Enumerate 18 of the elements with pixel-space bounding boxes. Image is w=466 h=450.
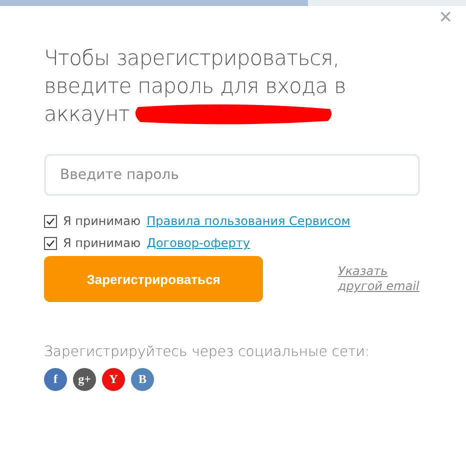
other-email-link[interactable]: Указать другой email [338,264,422,294]
register-button[interactable]: Зарегистрироваться [44,256,263,302]
title-line: Чтобы зарегистрироваться, [44,45,340,72]
social-caption: Зарегистрируйтесь через социальные сети: [44,344,371,360]
checkbox[interactable] [44,236,57,250]
social-icon[interactable]: Y [102,368,125,391]
checkbox[interactable] [44,214,57,228]
title-line: введите пароль для входа в [44,73,346,100]
agreement-link[interactable]: Договор-оферту [146,236,250,250]
agreement-link[interactable]: Правила пользования Сервисом [146,214,350,228]
agreement-label: Я принимаю [63,236,141,250]
agreement-label: Я принимаю [63,214,141,228]
social-icon[interactable]: g+ [73,368,96,391]
social-icon[interactable]: B [131,368,154,391]
close-button[interactable]: × [439,6,452,28]
title-line: аккаунт [44,101,130,128]
password-field[interactable]: Введите пароль [44,154,420,196]
social-icon[interactable]: f [44,368,67,391]
